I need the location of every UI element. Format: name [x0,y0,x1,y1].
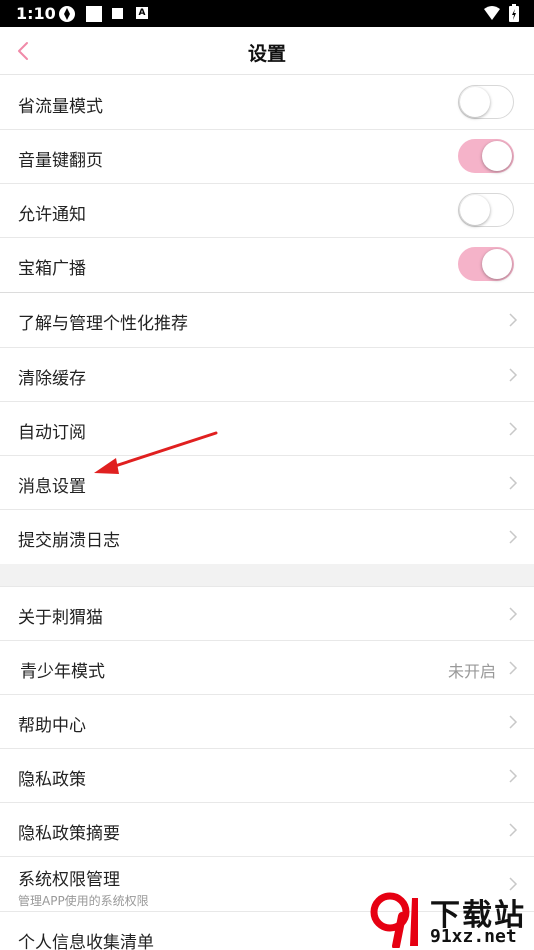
row-label: 清除缓存 [18,369,86,389]
chevron-right-icon [509,422,518,436]
toggle-knob [482,141,512,171]
page-title: 设置 [247,43,286,65]
nav-row-teen-mode[interactable]: 青少年模式 未开启 [0,641,534,695]
toggle-row-allow-notifications: 允许通知 [0,184,534,238]
toggle-knob [460,87,490,117]
allow-notifications-toggle[interactable] [458,193,514,227]
chevron-right-icon [509,607,518,621]
row-label: 帮助中心 [18,716,86,736]
status-bar: 1:10 A [0,0,534,27]
chevron-right-icon [509,823,518,837]
watermark-url: 91xz.net [430,926,517,947]
data-saver-toggle[interactable] [458,85,514,119]
toggle-row-treasure-broadcast: 宝箱广播 [0,238,534,293]
row-label: 隐私政策摘要 [18,824,120,844]
toggle-row-volume-key-paging: 音量键翻页 [0,130,534,184]
row-label: 允许通知 [18,205,86,225]
row-label: 隐私政策 [18,770,86,790]
nav-row-message-settings[interactable]: 消息设置 [0,456,534,510]
watermark: 下载站 91xz.net [364,888,534,950]
nav-row-about[interactable]: 关于刺猬猫 [0,586,534,641]
row-label: 音量键翻页 [18,151,103,171]
status-app-icon [59,6,75,22]
status-time: 1:10 [16,4,56,23]
status-square-icon [112,8,123,19]
chevron-right-icon [509,313,518,327]
wifi-icon [484,6,500,20]
chevron-right-icon [509,715,518,729]
nav-row-help-center[interactable]: 帮助中心 [0,695,534,749]
row-label: 青少年模式 [20,662,105,682]
row-label: 了解与管理个性化推荐 [18,314,188,334]
toggle-row-data-saver: 省流量模式 [0,76,534,130]
row-label: 提交崩溃日志 [18,531,120,551]
toggle-knob [460,195,490,225]
nav-row-auto-subscribe[interactable]: 自动订阅 [0,402,534,456]
chevron-right-icon [509,530,518,544]
battery-icon [509,4,519,22]
nav-row-privacy-policy-summary[interactable]: 隐私政策摘要 [0,803,534,857]
teen-mode-status: 未开启 [447,662,496,681]
toggle-knob [482,249,512,279]
status-a-icon: A [136,7,148,19]
row-label: 系统权限管理 [18,870,120,890]
nav-row-submit-crash-log[interactable]: 提交崩溃日志 [0,510,534,564]
row-label: 个人信息收集清单 [18,933,154,950]
status-notification-icon [86,6,102,22]
chevron-right-icon [509,661,518,675]
row-label: 省流量模式 [18,97,103,117]
nav-row-personalized-recommendations[interactable]: 了解与管理个性化推荐 [0,293,534,348]
volume-key-paging-toggle[interactable] [458,139,514,173]
row-label: 消息设置 [18,477,86,497]
treasure-broadcast-toggle[interactable] [458,247,514,281]
chevron-right-icon [509,476,518,490]
row-subtitle: 管理APP使用的系统权限 [18,894,149,908]
nav-row-clear-cache[interactable]: 清除缓存 [0,348,534,402]
section-gap [0,564,534,586]
chevron-right-icon [509,368,518,382]
nav-row-privacy-policy[interactable]: 隐私政策 [0,749,534,803]
chevron-right-icon [509,769,518,783]
row-label: 自动订阅 [18,423,86,443]
watermark-logo [370,892,418,948]
title-bar: 设置 [0,27,534,75]
row-label: 关于刺猬猫 [18,608,103,628]
row-label: 宝箱广播 [18,259,86,279]
